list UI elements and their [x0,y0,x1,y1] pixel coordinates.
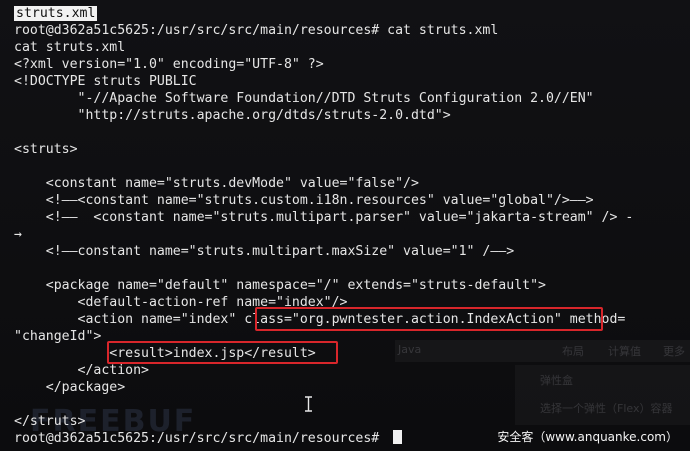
terminal-cursor [393,430,403,444]
watermark: 安全客（www.anquanke.com） [497,430,678,444]
background-tab-layout: 布局 [562,345,584,358]
background-toolbar [395,340,690,362]
background-tab-computed: 计算值 [608,345,641,358]
highlight-box-result [107,341,338,364]
terminal-line-17: <package name="default" namespace="/" ex… [14,278,546,293]
terminal-line-23: </package> [14,380,126,395]
terminal-line-11: <constant name="struts.devMode" value="f… [14,176,419,191]
terminal-line-1: struts.xml [14,5,98,22]
background-tab-java: Java [398,343,422,356]
terminal-line-14: → [14,227,22,242]
terminal-line-5: <!DOCTYPE struts PUBLIC [14,74,197,89]
terminal-line-25: </struts> [14,414,86,429]
background-section-title: 弹性盒 [540,374,573,387]
shell-prompt: root@d362a51c5625:/usr/src/src/main/reso… [14,431,388,446]
terminal-prompt-line[interactable]: root@d362a51c5625:/usr/src/src/main/reso… [14,430,403,447]
terminal-line-12: <!——<constant name="struts.custom.i18n.r… [14,193,594,208]
terminal-line-4: <?xml version="1.0" encoding="UTF-8" ?> [14,57,324,72]
background-tab-more: 更多 [663,345,685,358]
terminal-window[interactable]: Java 布局 计算值 更多 弹性盒 选择一个弹性（Flex）容器 FREEBU… [0,0,690,451]
terminal-line-6: "-//Apache Software Foundation//DTD Stru… [14,91,594,106]
terminal-line-20: "changeId"> [14,329,102,344]
terminal-line-3: cat struts.xml [14,40,126,55]
terminal-line-9: <struts> [14,142,78,157]
terminal-line-7: "http://struts.apache.org/dtds/struts-2.… [14,108,451,123]
text-cursor-icon [305,396,312,412]
highlighted-filename: struts.xml [14,6,98,21]
terminal-line-22: </action> [14,363,149,378]
terminal-line-13: <!—— <constant name="struts.multipart.pa… [14,210,634,225]
terminal-line-15: <!——constant name="struts.multipart.maxS… [14,244,515,259]
background-hint: 选择一个弹性（Flex）容器 [540,402,673,415]
terminal-line-2: root@d362a51c5625:/usr/src/src/main/reso… [14,23,499,38]
highlight-box-action-class [255,307,603,331]
